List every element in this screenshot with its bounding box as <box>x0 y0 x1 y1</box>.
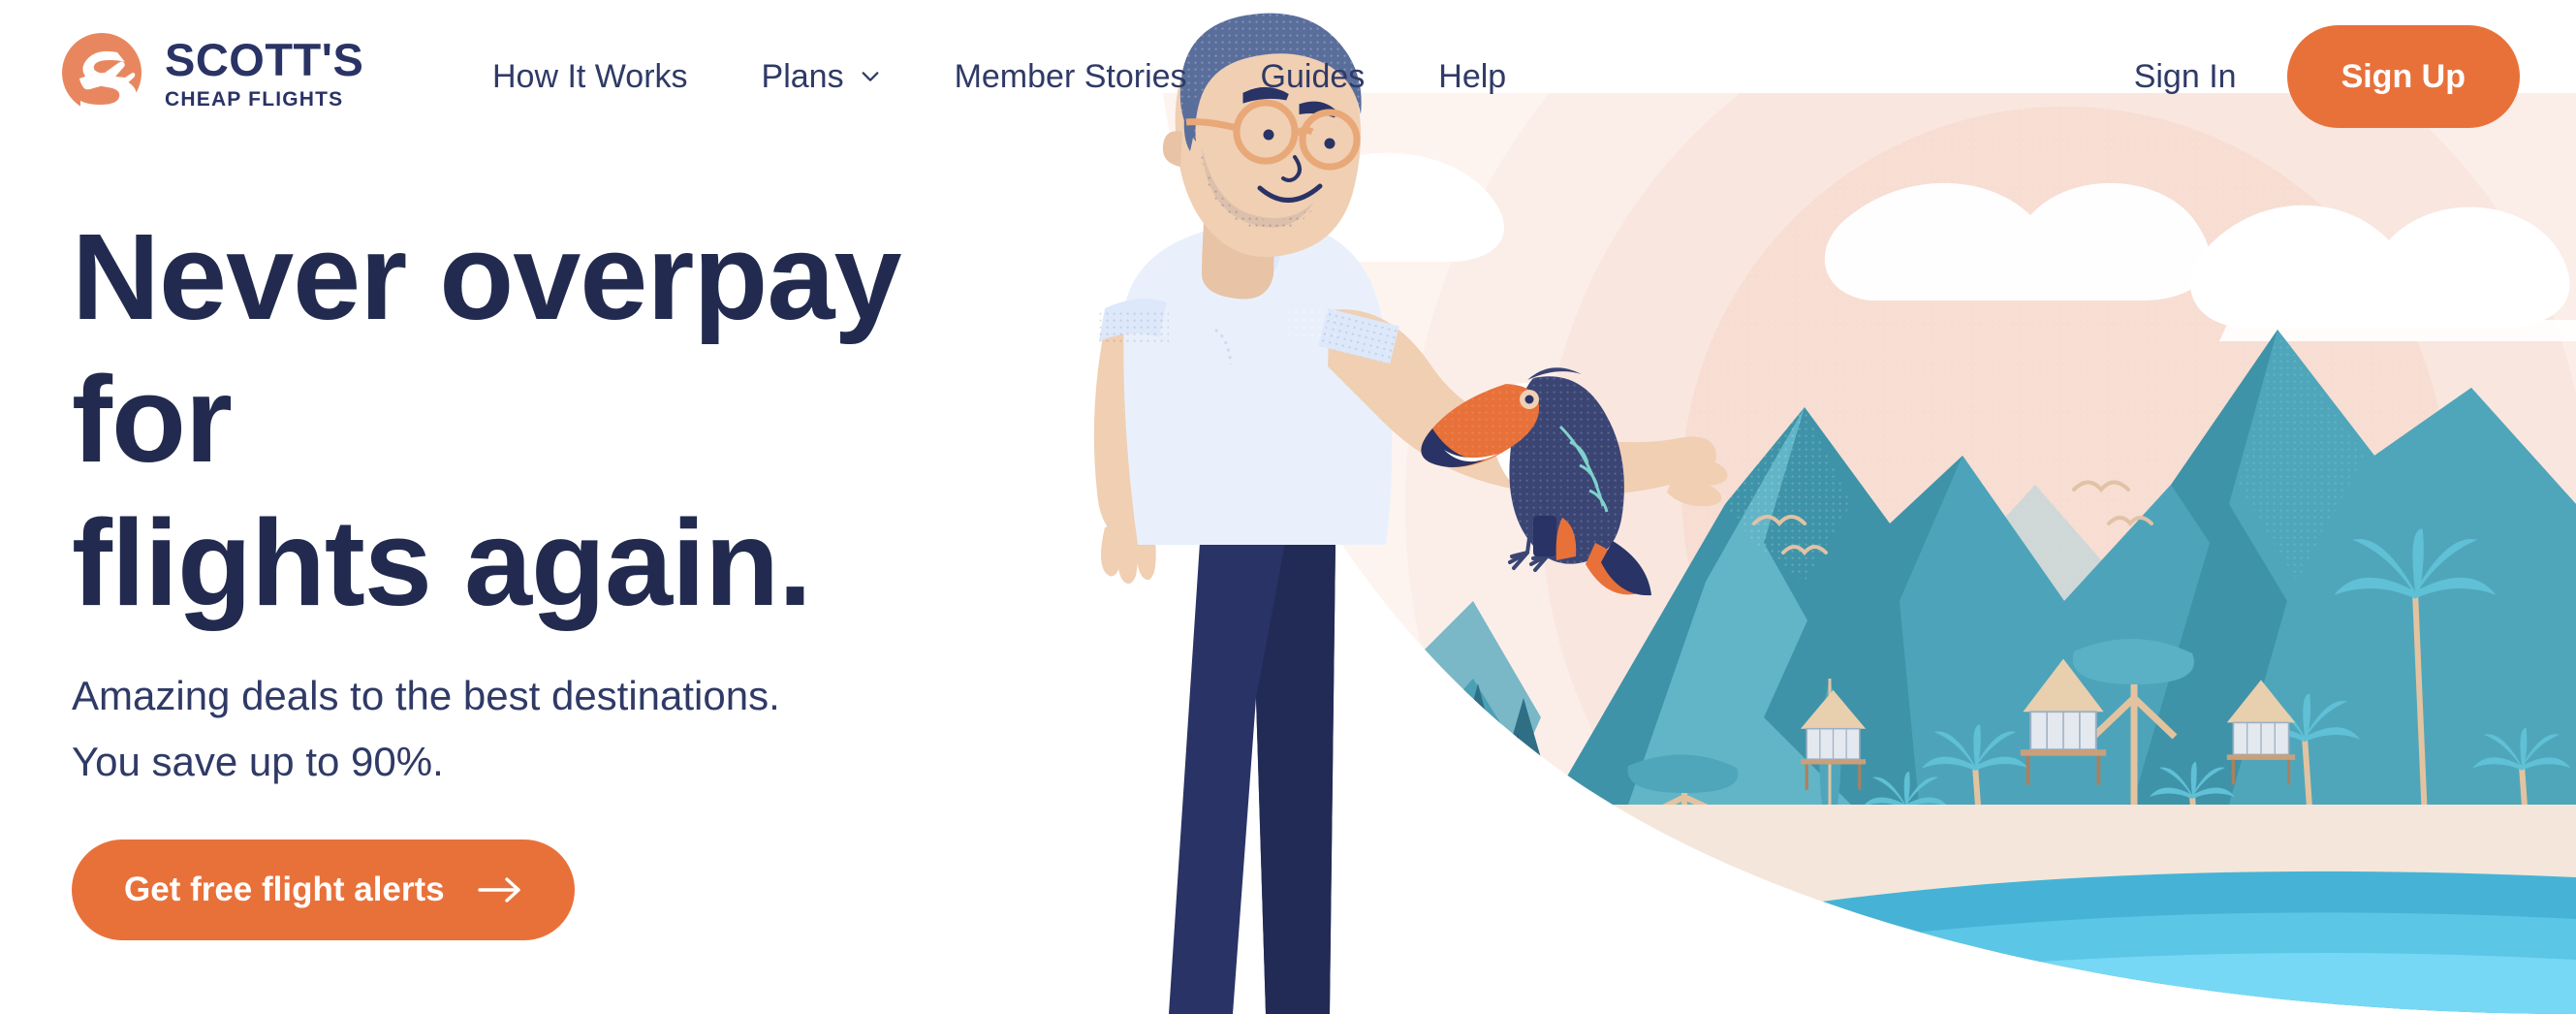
hero-section: Never overpay for flights again. Amazing… <box>72 206 1060 941</box>
nav-item-how-it-works[interactable]: How It Works <box>456 58 725 96</box>
brand-name: SCOTT'S <box>165 33 364 85</box>
brand-logo[interactable]: SCOTT'S CHEAP FLIGHTS <box>60 31 363 114</box>
arrow-right-icon <box>477 877 520 903</box>
nav-label: Guides <box>1260 57 1366 95</box>
subtitle-line-2: You save up to 90%. <box>72 739 444 785</box>
sign-up-button[interactable]: Sign Up <box>2286 25 2520 128</box>
nav-item-member-stories[interactable]: Member Stories <box>918 58 1224 96</box>
scotts-plane-s-logo-icon <box>62 33 141 114</box>
chevron-down-icon <box>862 72 879 81</box>
main-navigation: How It Works Plans Member Stories Guides… <box>456 0 1543 153</box>
nav-label: Help <box>1438 57 1507 95</box>
landing-page: SCOTT'S CHEAP FLIGHTS How It Works Plans… <box>0 0 2576 1014</box>
nav-label: How It Works <box>492 57 688 95</box>
headline-line-2: flights again. <box>72 493 812 631</box>
hero-subtitle: Amazing deals to the best destinations. … <box>72 663 1060 795</box>
brand-wordmark: SCOTT'S CHEAP FLIGHTS <box>165 37 363 110</box>
subtitle-line-1: Amazing deals to the best destinations. <box>72 673 780 719</box>
sign-in-link[interactable]: Sign In <box>2119 48 2252 106</box>
nav-item-plans[interactable]: Plans <box>725 58 918 96</box>
site-header: SCOTT'S CHEAP FLIGHTS How It Works Plans… <box>0 0 2576 153</box>
nav-label: Member Stories <box>954 57 1187 95</box>
nav-label: Plans <box>761 57 844 95</box>
page-title: Never overpay for flights again. <box>72 206 1060 634</box>
auth-actions: Sign In Sign Up <box>2119 0 2520 153</box>
brand-tagline: CHEAP FLIGHTS <box>165 87 344 111</box>
nav-item-help[interactable]: Help <box>1401 58 1543 96</box>
headline-line-1: Never overpay for <box>72 208 902 489</box>
get-free-flight-alerts-button[interactable]: Get free flight alerts <box>72 840 575 941</box>
cta-label: Get free flight alerts <box>124 871 445 909</box>
nav-item-guides[interactable]: Guides <box>1224 58 1402 96</box>
